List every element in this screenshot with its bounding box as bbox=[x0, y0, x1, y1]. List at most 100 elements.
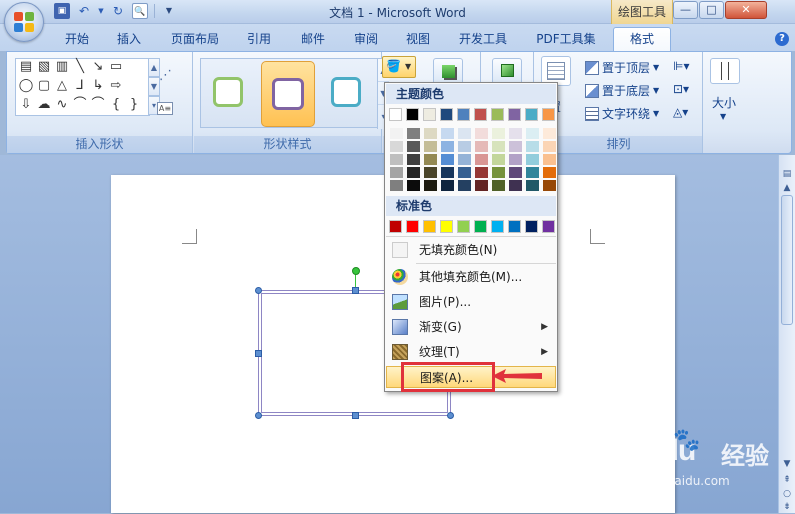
style-thumb-aqua[interactable] bbox=[325, 67, 367, 119]
standard-color-swatch[interactable] bbox=[542, 220, 555, 233]
down-arrow-shape-icon[interactable]: ⇩ bbox=[18, 98, 34, 112]
theme-shade-swatch[interactable] bbox=[390, 167, 403, 178]
tab-view[interactable]: 视图 bbox=[399, 30, 437, 51]
standard-color-swatch[interactable] bbox=[440, 220, 453, 233]
rectangle-shape-icon[interactable]: ▭ bbox=[108, 60, 124, 74]
theme-shade-swatch[interactable] bbox=[458, 128, 471, 139]
style-thumb-green[interactable] bbox=[207, 67, 249, 119]
picture-fill-menu-item[interactable]: 图片(P)... bbox=[386, 291, 556, 313]
theme-shade-swatch[interactable] bbox=[543, 141, 556, 152]
theme-shade-swatch[interactable] bbox=[492, 167, 505, 178]
theme-shade-swatch[interactable] bbox=[509, 128, 522, 139]
theme-shade-swatch[interactable] bbox=[424, 180, 437, 191]
no-fill-menu-item[interactable]: 无填充颜色(N) bbox=[386, 239, 556, 261]
theme-shade-swatch[interactable] bbox=[441, 154, 454, 165]
theme-color-swatch[interactable] bbox=[525, 108, 538, 121]
text-box-shape-icon[interactable]: ▤ bbox=[18, 60, 34, 74]
theme-shade-swatch[interactable] bbox=[509, 180, 522, 191]
theme-shade-swatch[interactable] bbox=[407, 154, 420, 165]
theme-shade-swatch[interactable] bbox=[543, 128, 556, 139]
bring-to-front-button[interactable]: 置于顶层 ▼ bbox=[585, 59, 659, 76]
theme-shade-swatch[interactable] bbox=[458, 154, 471, 165]
theme-color-swatch[interactable] bbox=[457, 108, 470, 121]
theme-shade-swatch[interactable] bbox=[543, 167, 556, 178]
theme-shade-swatch[interactable] bbox=[526, 167, 539, 178]
theme-shade-swatch[interactable] bbox=[407, 167, 420, 178]
theme-shade-swatch[interactable] bbox=[424, 167, 437, 178]
theme-shade-swatch[interactable] bbox=[458, 141, 471, 152]
bracket-shape-icon[interactable]: } bbox=[126, 98, 142, 112]
elbow-connector-icon[interactable]: ⅃ bbox=[72, 79, 88, 93]
tab-pdf-tools[interactable]: PDF工具集 bbox=[530, 30, 602, 51]
arc-shape-icon[interactable]: ⌒ bbox=[90, 98, 106, 112]
standard-color-swatch[interactable] bbox=[491, 220, 504, 233]
tab-mailings[interactable]: 邮件 bbox=[294, 30, 332, 51]
rotate-icon[interactable]: ◬▾ bbox=[673, 105, 688, 119]
close-button[interactable]: ✕ bbox=[725, 1, 767, 19]
theme-shade-swatch[interactable] bbox=[390, 180, 403, 191]
theme-shade-swatch[interactable] bbox=[458, 167, 471, 178]
oval-shape-icon[interactable]: ◯ bbox=[18, 79, 34, 93]
theme-color-swatch[interactable] bbox=[508, 108, 521, 121]
resize-handle-sw[interactable] bbox=[255, 412, 262, 419]
size-button-label[interactable]: 大小 bbox=[712, 94, 736, 111]
send-to-back-button[interactable]: 置于底层 ▼ bbox=[585, 82, 659, 99]
vertical-text-box-icon[interactable]: ▥ bbox=[54, 60, 70, 74]
standard-color-swatch[interactable] bbox=[525, 220, 538, 233]
theme-color-swatch[interactable] bbox=[542, 108, 555, 121]
more-fill-colors-menu-item[interactable]: 其他填充颜色(M)... bbox=[386, 266, 556, 288]
theme-shade-swatch[interactable] bbox=[492, 180, 505, 191]
ruler-toggle-icon[interactable]: ▤ bbox=[780, 167, 794, 181]
theme-shade-swatch[interactable] bbox=[441, 167, 454, 178]
next-page-icon[interactable]: ⇟ bbox=[780, 500, 794, 514]
theme-shade-swatch[interactable] bbox=[526, 180, 539, 191]
theme-shade-swatch[interactable] bbox=[543, 154, 556, 165]
theme-shade-swatch[interactable] bbox=[407, 180, 420, 191]
cloud-shape-icon[interactable]: ☁ bbox=[36, 98, 52, 112]
minimize-button[interactable]: — bbox=[673, 1, 698, 19]
theme-color-swatch[interactable] bbox=[389, 108, 402, 121]
standard-color-swatch[interactable] bbox=[423, 220, 436, 233]
theme-shade-swatch[interactable] bbox=[526, 141, 539, 152]
freeform-shape-icon[interactable]: ∿ bbox=[54, 98, 70, 112]
size-icon[interactable] bbox=[710, 58, 740, 84]
theme-shade-swatch[interactable] bbox=[526, 128, 539, 139]
theme-shade-swatch[interactable] bbox=[492, 141, 505, 152]
theme-shade-swatch[interactable] bbox=[492, 154, 505, 165]
theme-shade-swatch[interactable] bbox=[424, 154, 437, 165]
theme-shade-swatch[interactable] bbox=[407, 141, 420, 152]
group-objects-icon[interactable]: ⊡▾ bbox=[673, 82, 689, 96]
theme-color-swatch[interactable] bbox=[491, 108, 504, 121]
theme-shade-swatch[interactable] bbox=[458, 180, 471, 191]
theme-shade-swatch[interactable] bbox=[475, 167, 488, 178]
line-shape-icon[interactable]: ╲ bbox=[72, 60, 88, 74]
rounded-rect-shape-icon[interactable]: ▢ bbox=[36, 79, 52, 93]
align-icon[interactable]: ⊫▾ bbox=[673, 59, 689, 73]
brace-shape-icon[interactable]: { bbox=[108, 98, 124, 112]
theme-shade-swatch[interactable] bbox=[441, 128, 454, 139]
theme-shade-swatch[interactable] bbox=[441, 180, 454, 191]
scroll-up-icon[interactable]: ▲ bbox=[780, 181, 794, 195]
theme-shade-swatch[interactable] bbox=[509, 167, 522, 178]
rotation-handle[interactable] bbox=[352, 267, 360, 275]
theme-color-swatch[interactable] bbox=[474, 108, 487, 121]
theme-shade-swatch[interactable] bbox=[492, 128, 505, 139]
theme-shade-swatch[interactable] bbox=[441, 141, 454, 152]
arrow-line-shape-icon[interactable]: ↘ bbox=[90, 60, 106, 74]
theme-shade-swatch[interactable] bbox=[390, 128, 403, 139]
standard-color-swatch[interactable] bbox=[457, 220, 470, 233]
text-wrap-button[interactable]: 文字环绕 ▼ bbox=[585, 105, 659, 122]
resize-handle-nw[interactable] bbox=[255, 287, 262, 294]
theme-shade-swatch[interactable] bbox=[543, 180, 556, 191]
standard-color-swatch[interactable] bbox=[508, 220, 521, 233]
scrollbar-thumb[interactable] bbox=[781, 195, 793, 325]
resize-handle-w[interactable] bbox=[255, 350, 262, 357]
theme-shade-swatch[interactable] bbox=[526, 154, 539, 165]
theme-shade-swatch[interactable] bbox=[390, 154, 403, 165]
theme-color-swatch[interactable] bbox=[406, 108, 419, 121]
tab-developer[interactable]: 开发工具 bbox=[452, 30, 514, 51]
tab-insert[interactable]: 插入 bbox=[110, 30, 148, 51]
tab-review[interactable]: 审阅 bbox=[347, 30, 385, 51]
theme-shade-swatch[interactable] bbox=[424, 128, 437, 139]
theme-shade-swatch[interactable] bbox=[475, 180, 488, 191]
